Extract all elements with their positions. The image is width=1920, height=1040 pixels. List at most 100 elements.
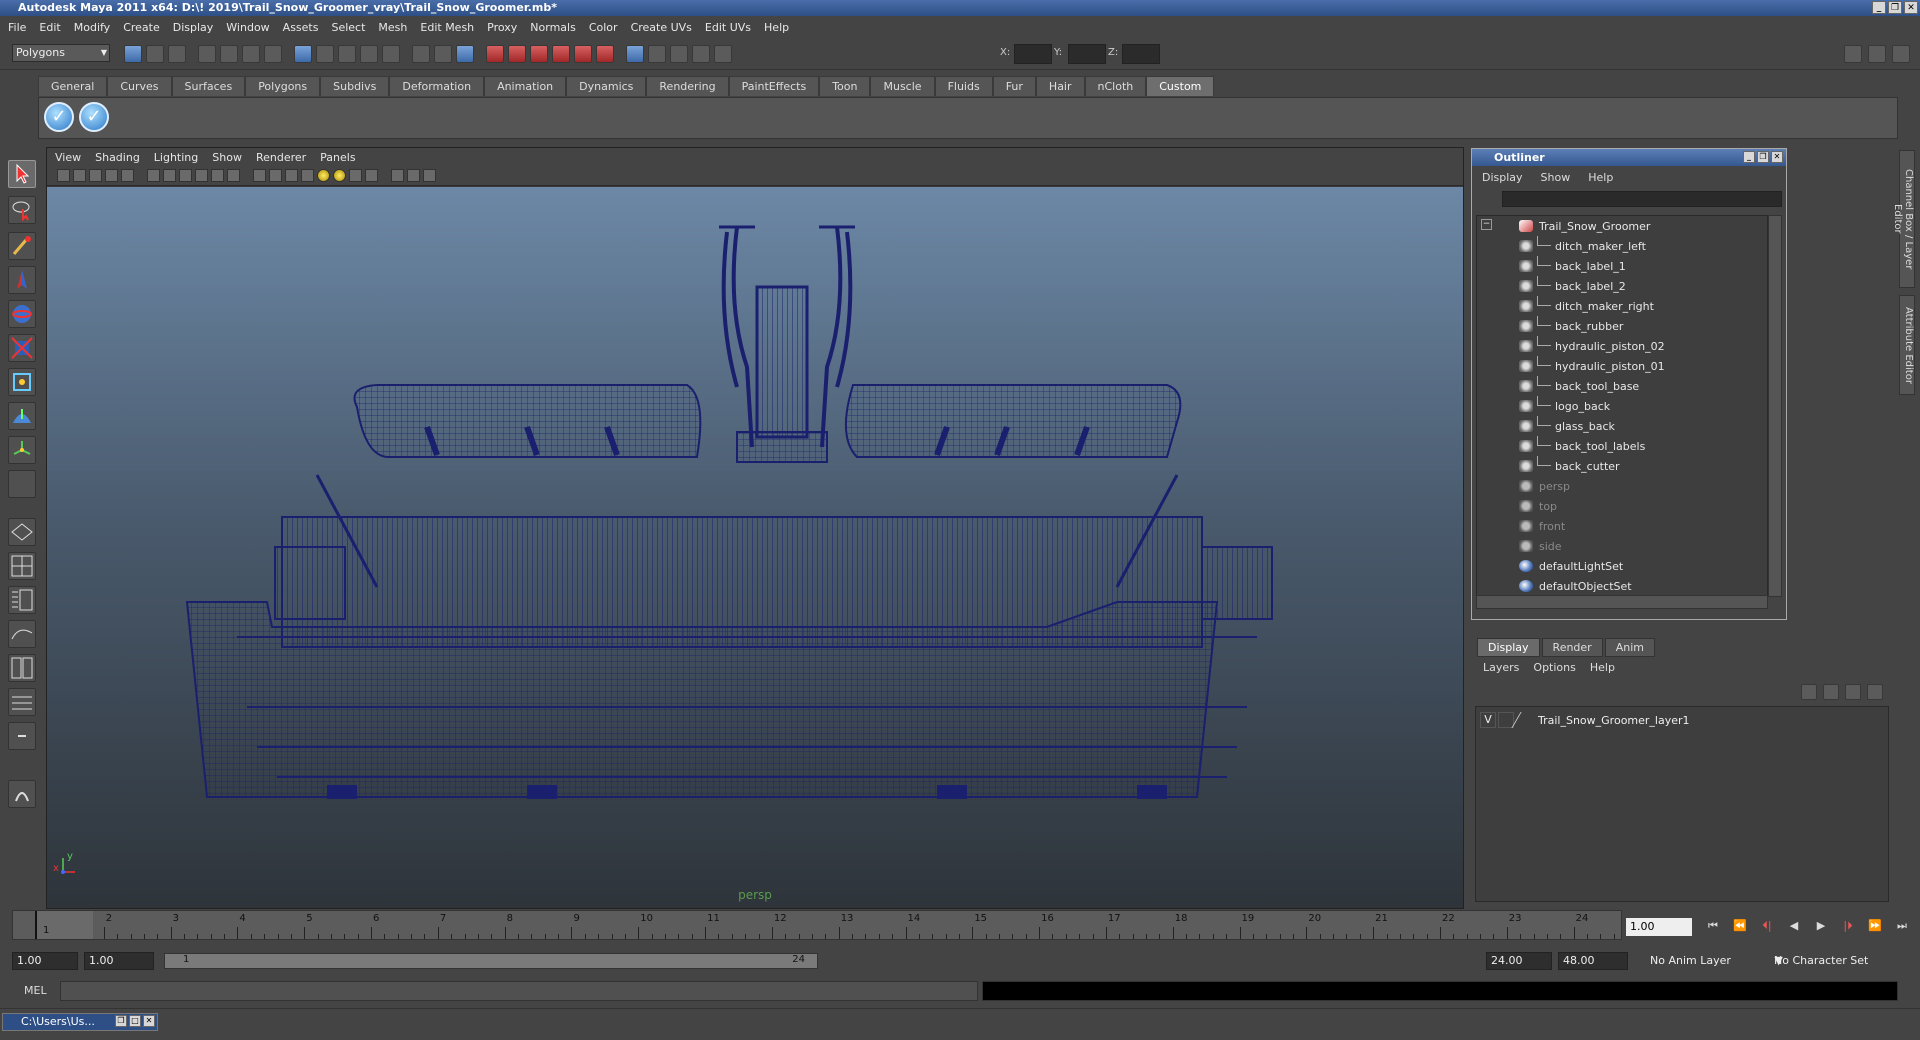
shelf-tab-ncloth[interactable]: nCloth: [1084, 76, 1147, 96]
outliner-menu-help[interactable]: Help: [1588, 171, 1613, 184]
time-slider[interactable]: 1234567891011121314151617181920212223241: [12, 910, 1629, 940]
shelf-tab-painteffects[interactable]: PaintEffects: [728, 76, 820, 96]
lock-icon[interactable]: [434, 45, 452, 63]
viewport-menu-panels[interactable]: Panels: [320, 151, 355, 164]
camera-attributes-icon[interactable]: [73, 169, 86, 182]
hypershade-layout-icon[interactable]: [8, 654, 36, 682]
light-icon[interactable]: [692, 45, 710, 63]
show-manipulator-icon[interactable]: [8, 436, 36, 464]
character-set-dropdown[interactable]: No Character Set: [1774, 952, 1868, 970]
outliner-item-logo-back[interactable]: logo_back: [1477, 396, 1767, 416]
tool-settings-toggle-icon[interactable]: [1892, 45, 1910, 63]
field-chart-icon[interactable]: [195, 169, 208, 182]
shelf-tab-polygons[interactable]: Polygons: [245, 76, 321, 96]
isolate-select-icon[interactable]: [365, 169, 378, 182]
outliner-item-ditch-maker-left[interactable]: ditch_maker_left: [1477, 236, 1767, 256]
mel-label[interactable]: MEL: [24, 984, 47, 997]
safe-action-icon[interactable]: [211, 169, 224, 182]
wireframe-icon[interactable]: [253, 169, 266, 182]
attribute-editor-tab[interactable]: Attribute Editor: [1899, 295, 1915, 395]
go-to-end-icon[interactable]: ⏭: [1895, 919, 1909, 933]
save-scene-icon[interactable]: [168, 45, 186, 63]
hud-icon[interactable]: [423, 169, 436, 182]
play-backwards-icon[interactable]: ◀: [1787, 919, 1801, 933]
step-forward-frame-icon[interactable]: |⏵: [1841, 919, 1855, 933]
viewport-menu-renderer[interactable]: Renderer: [256, 151, 306, 164]
start-time-field[interactable]: 1.00: [12, 952, 78, 970]
range-slider[interactable]: 1 24: [164, 953, 818, 969]
menu-display[interactable]: Display: [173, 21, 214, 34]
layer-move-up-icon[interactable]: [1845, 684, 1861, 700]
outliner-item-hydraulic-piston-02[interactable]: hydraulic_piston_02: [1477, 336, 1767, 356]
step-back-frame-icon[interactable]: ⏴|: [1760, 919, 1774, 933]
layer-row[interactable]: V Trail_Snow_Groomer_layer1: [1480, 711, 1880, 729]
scale-tool-icon[interactable]: [8, 334, 36, 362]
menu-normals[interactable]: Normals: [530, 21, 576, 34]
menu-color[interactable]: Color: [589, 21, 618, 34]
menu-file[interactable]: File: [8, 21, 26, 34]
gate-mask-icon[interactable]: [179, 169, 192, 182]
y-field[interactable]: [1068, 44, 1106, 64]
paint-select-tool-icon[interactable]: [8, 232, 36, 260]
new-scene-icon[interactable]: [124, 45, 142, 63]
snap-surface-icon[interactable]: [360, 45, 378, 63]
render-current-icon[interactable]: [486, 45, 504, 63]
layer-color-swatch[interactable]: [1511, 712, 1537, 728]
viewport-menu-show[interactable]: Show: [212, 151, 242, 164]
select-by-component-icon[interactable]: [242, 45, 260, 63]
new-layer-icon[interactable]: [1801, 684, 1817, 700]
uv-editor-icon[interactable]: [574, 45, 592, 63]
film-gate-icon[interactable]: [147, 169, 160, 182]
outliner-item-front[interactable]: front: [1477, 516, 1767, 536]
use-all-lights-icon[interactable]: [317, 169, 330, 182]
menu-edit-mesh[interactable]: Edit Mesh: [420, 21, 474, 34]
shelf-tab-deformation[interactable]: Deformation: [389, 76, 485, 96]
select-by-object-icon[interactable]: [220, 45, 238, 63]
open-scene-icon[interactable]: [146, 45, 164, 63]
xray-icon[interactable]: [349, 169, 362, 182]
four-view-layout-icon[interactable]: [8, 552, 36, 580]
outliner-item-back-tool-labels[interactable]: back_tool_labels: [1477, 436, 1767, 456]
menu-set-dropdown[interactable]: Polygons ▼: [12, 44, 110, 62]
history-icon[interactable]: [382, 45, 400, 63]
single-perspective-layout-icon[interactable]: [8, 518, 36, 546]
viewport-canvas[interactable]: x y persp: [47, 187, 1463, 908]
rotate-tool-icon[interactable]: [8, 300, 36, 328]
current-time-field[interactable]: 1.00: [1626, 918, 1692, 936]
outliner-item-persp[interactable]: persp: [1477, 476, 1767, 496]
restore-button[interactable]: ❐: [1888, 1, 1902, 14]
image-plane-icon[interactable]: [105, 169, 118, 182]
shelf-tab-fur[interactable]: Fur: [992, 76, 1036, 96]
attribute-toggle-icon[interactable]: [626, 45, 644, 63]
outliner-search-input[interactable]: [1502, 191, 1782, 207]
select-by-hierarchy-icon[interactable]: [198, 45, 216, 63]
outliner-menu-display[interactable]: Display: [1482, 171, 1523, 184]
render-view-icon[interactable]: [596, 45, 614, 63]
xray-components-icon[interactable]: [407, 169, 420, 182]
minimized-window-item[interactable]: C:\Users\Us... ❐ □ ✕: [2, 1013, 158, 1031]
step-forward-key-icon[interactable]: ⏩: [1868, 919, 1882, 933]
layer-tab-anim[interactable]: Anim: [1604, 638, 1655, 657]
outliner-item-back-label-2[interactable]: back_label_2: [1477, 276, 1767, 296]
menu-mesh[interactable]: Mesh: [378, 21, 407, 34]
layer-menu-layers[interactable]: Layers: [1483, 661, 1519, 674]
outliner-item-hydraulic-piston-01[interactable]: hydraulic_piston_01: [1477, 356, 1767, 376]
custom-shelf-button-1[interactable]: ✓: [44, 102, 74, 132]
xray-joints-icon[interactable]: [391, 169, 404, 182]
outliner-item-defaultobjectset[interactable]: defaultObjectSet: [1477, 576, 1767, 596]
layer-tab-render[interactable]: Render: [1541, 638, 1603, 657]
minimize-button[interactable]: _: [1872, 1, 1886, 14]
layer-move-down-icon[interactable]: [1867, 684, 1883, 700]
menu-assets[interactable]: Assets: [283, 21, 319, 34]
safe-title-icon[interactable]: [227, 169, 240, 182]
grid-icon[interactable]: [121, 169, 134, 182]
outliner-item-back-tool-base[interactable]: back_tool_base: [1477, 376, 1767, 396]
shelf-tab-custom[interactable]: Custom: [1146, 76, 1215, 96]
expand-collapse-icon[interactable]: −: [1481, 219, 1492, 230]
minimized-maximize-button[interactable]: □: [129, 1015, 141, 1027]
minimized-restore-button[interactable]: ❐: [115, 1015, 127, 1027]
outliner-close-button[interactable]: ✕: [1771, 151, 1783, 163]
resolution-gate-icon[interactable]: [163, 169, 176, 182]
lasso-tool-icon[interactable]: [8, 196, 36, 224]
universal-manipulator-icon[interactable]: [8, 368, 36, 396]
